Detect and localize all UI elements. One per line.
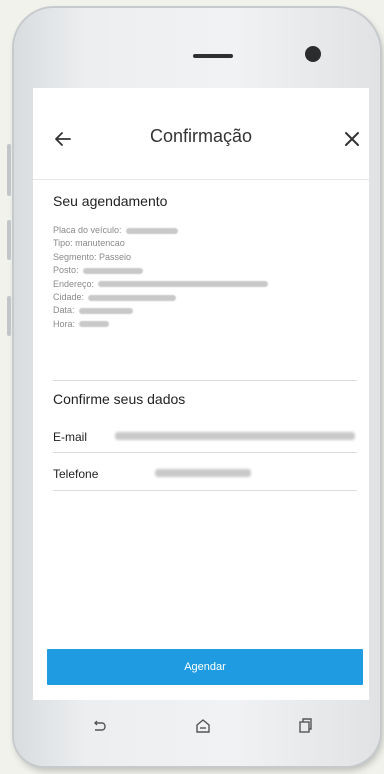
schedule-button[interactable]: Agendar bbox=[47, 649, 363, 685]
detail-date: Data: bbox=[53, 304, 353, 317]
email-field[interactable] bbox=[115, 431, 355, 442]
section-divider bbox=[53, 380, 357, 381]
detail-plate: Placa do veículo: bbox=[53, 224, 353, 237]
appointment-section-title: Seu agendamento bbox=[53, 193, 168, 209]
phone-field[interactable] bbox=[155, 468, 251, 479]
page-title: Confirmação bbox=[149, 126, 253, 146]
detail-city: Cidade: bbox=[53, 291, 353, 304]
email-divider bbox=[53, 452, 357, 453]
appointment-details: Placa do veículo: Tipo: manutencao Segme… bbox=[53, 224, 353, 331]
detail-address: Endereço: bbox=[53, 278, 353, 291]
nav-back-icon[interactable] bbox=[89, 716, 109, 736]
power-button bbox=[7, 296, 11, 336]
detail-time: Hora: bbox=[53, 318, 353, 331]
phone-label: Telefone bbox=[53, 467, 99, 481]
volume-down-button bbox=[7, 220, 11, 260]
top-app-bar: Confirmação bbox=[33, 88, 369, 180]
nav-home-icon[interactable] bbox=[193, 716, 213, 736]
phone-divider bbox=[53, 490, 357, 491]
front-camera bbox=[305, 46, 321, 62]
detail-type: Tipo: manutencao bbox=[53, 238, 125, 249]
nav-recents-icon[interactable] bbox=[295, 716, 315, 736]
volume-up-button bbox=[7, 144, 11, 196]
speaker-grille bbox=[193, 54, 233, 58]
header-divider bbox=[33, 179, 369, 180]
detail-segment: Segmento: Passeio bbox=[53, 251, 132, 262]
detail-station: Posto: bbox=[53, 264, 353, 277]
android-navigation-bar bbox=[33, 700, 369, 752]
email-label: E-mail bbox=[53, 430, 88, 444]
app-screen: Confirmação Seu agendamento Placa do veí… bbox=[33, 88, 369, 700]
confirm-section-title: Confirme seus dados bbox=[53, 391, 186, 407]
close-icon[interactable] bbox=[342, 129, 362, 149]
